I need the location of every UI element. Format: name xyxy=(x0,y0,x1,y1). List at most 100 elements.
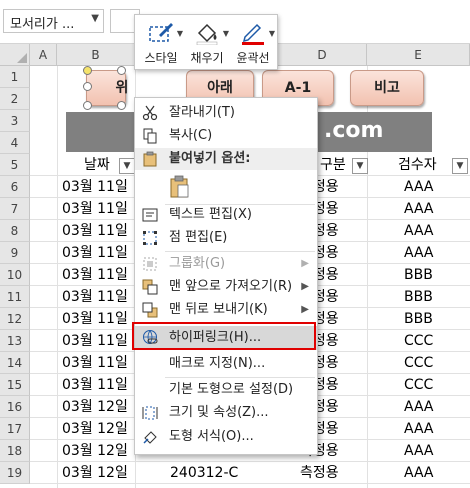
row-header[interactable]: 11 xyxy=(0,286,30,308)
date-cell[interactable]: 03월 11일 xyxy=(62,264,128,286)
inspector-cell[interactable]: AAA xyxy=(404,396,434,418)
selection-handle[interactable] xyxy=(83,82,92,91)
shape-button-compare-label: 비고 xyxy=(374,80,400,96)
row-header[interactable]: 1 xyxy=(0,66,30,88)
date-cell[interactable]: 03월 11일 xyxy=(62,374,128,396)
date-cell[interactable]: 03월 12일 xyxy=(62,462,128,484)
inspector-cell[interactable]: AAA xyxy=(404,440,434,462)
inspector-cell[interactable]: CCC xyxy=(404,330,433,352)
hyperlink-highlight-box xyxy=(132,322,316,350)
inspector-cell[interactable]: AAA xyxy=(404,418,434,440)
style-label: 스타일 xyxy=(144,51,178,65)
name-box-value: 모서리가 ... xyxy=(10,17,75,32)
column-header-b[interactable]: B xyxy=(57,44,135,66)
row-header[interactable]: 2 xyxy=(0,88,30,110)
outline-button[interactable]: ▼ 윤곽선 xyxy=(231,21,275,67)
inspector-cell[interactable]: CCC xyxy=(404,374,433,396)
menu-item-set-default-shape[interactable]: 기본 도형으로 설정(D) xyxy=(135,379,317,401)
inspector-cell[interactable]: AAA xyxy=(404,242,434,264)
selection-handle[interactable] xyxy=(83,66,92,75)
date-cell[interactable]: 03월 11일 xyxy=(62,176,128,198)
menu-item-bring-front[interactable]: 맨 앞으로 가져오기(R) ▶ xyxy=(135,276,317,298)
row-header[interactable]: 5 xyxy=(0,154,30,176)
row-header[interactable]: 18 xyxy=(0,440,30,462)
menu-item-send-back[interactable]: 맨 뒤로 보내기(K) ▶ xyxy=(135,299,317,321)
row-header[interactable]: 12 xyxy=(0,308,30,330)
select-all-triangle-icon xyxy=(17,53,27,63)
shape-button-compare[interactable]: 비고 xyxy=(350,70,424,106)
date-cell[interactable]: 03월 11일 xyxy=(62,286,128,308)
row-header[interactable]: 6 xyxy=(0,176,30,198)
inspector-cell[interactable]: AAA xyxy=(404,220,434,242)
menu-item-assign-macro[interactable]: 매크로 지정(N)... xyxy=(135,353,317,375)
inspector-cell[interactable]: CCC xyxy=(404,352,433,374)
menu-item-size-properties[interactable]: 크기 및 속성(Z)... xyxy=(135,402,317,424)
name-box[interactable]: 모서리가 ... ▼ xyxy=(3,9,104,33)
group-icon xyxy=(143,257,157,271)
row-header[interactable]: 15 xyxy=(0,374,30,396)
code-cell[interactable]: 240312-C xyxy=(170,462,238,484)
date-cell[interactable]: 03월 11일 xyxy=(62,308,128,330)
menu-label-edit-text: 텍스트 편집(X) xyxy=(169,207,252,222)
date-cell[interactable]: 03월 11일 xyxy=(62,242,128,264)
row-header[interactable]: 17 xyxy=(0,418,30,440)
row-header[interactable]: 7 xyxy=(0,198,30,220)
column-header-a[interactable]: A xyxy=(30,44,57,66)
scissors-icon xyxy=(142,105,158,121)
column-header-d[interactable]: D xyxy=(278,44,367,66)
header-date: 날짜 xyxy=(84,157,110,173)
date-cell[interactable]: 03월 12일 xyxy=(62,396,128,418)
shape-button-a1-label: A-1 xyxy=(284,80,312,96)
edit-points-icon xyxy=(143,231,157,245)
menu-item-cut[interactable]: 잘라내기(T) xyxy=(135,102,317,124)
filter-dropdown-icon[interactable]: ▼ xyxy=(452,158,468,174)
menu-item-edit-text[interactable]: 텍스트 편집(X) xyxy=(135,204,317,226)
chevron-down-icon[interactable]: ▼ xyxy=(91,13,99,24)
header-category: 구분 xyxy=(320,157,346,173)
row-header[interactable]: 9 xyxy=(0,242,30,264)
date-cell[interactable]: 03월 11일 xyxy=(62,198,128,220)
row-header[interactable]: 13 xyxy=(0,330,30,352)
filter-dropdown-icon[interactable]: ▼ xyxy=(119,158,135,174)
selection-handle[interactable] xyxy=(83,101,92,110)
menu-item-edit-points[interactable]: 점 편집(E) xyxy=(135,227,317,249)
filter-dropdown-icon[interactable]: ▼ xyxy=(352,158,368,174)
paste-option-button[interactable] xyxy=(135,173,317,201)
row-header[interactable]: 16 xyxy=(0,396,30,418)
inspector-cell[interactable]: BBB xyxy=(404,286,433,308)
fill-label: 채우기 xyxy=(190,51,224,65)
date-cell[interactable]: 03월 12일 xyxy=(62,440,128,462)
inspector-cell[interactable]: AAA xyxy=(404,176,434,198)
date-cell[interactable]: 03월 11일 xyxy=(62,220,128,242)
row-header[interactable]: 19 xyxy=(0,462,30,484)
chevron-down-icon: ▼ xyxy=(176,29,183,38)
header-inspector: 검수자 xyxy=(398,157,437,173)
category-cell[interactable]: 측정용 xyxy=(300,462,339,484)
row-header[interactable]: 10 xyxy=(0,264,30,286)
inspector-cell[interactable]: BBB xyxy=(404,308,433,330)
inspector-cell[interactable]: AAA xyxy=(404,462,434,484)
row-header[interactable]: 8 xyxy=(0,220,30,242)
style-button[interactable]: ▼ 스타일 xyxy=(139,21,183,67)
selection-handle[interactable] xyxy=(117,101,126,110)
row-header[interactable]: 3 xyxy=(0,110,30,132)
date-cell[interactable]: 03월 11일 xyxy=(62,352,128,374)
date-cell[interactable]: 03월 12일 xyxy=(62,418,128,440)
menu-item-copy[interactable]: 복사(C) xyxy=(135,125,317,147)
paste-options-label: 붙여넣기 옵션: xyxy=(169,151,251,166)
select-all-corner[interactable] xyxy=(0,44,30,66)
menu-item-format-shape[interactable]: 도형 서식(O)... xyxy=(135,426,317,448)
inspector-cell[interactable]: AAA xyxy=(404,198,434,220)
row-header[interactable]: 14 xyxy=(0,352,30,374)
outline-label: 윤곽선 xyxy=(236,51,270,65)
menu-label-cut: 잘라내기(T) xyxy=(169,105,235,120)
chevron-down-icon: ▼ xyxy=(222,29,229,38)
column-header-e[interactable]: E xyxy=(367,44,470,66)
shape-style-icon xyxy=(149,23,173,42)
inspector-cell[interactable]: BBB xyxy=(404,264,433,286)
row-header[interactable]: 4 xyxy=(0,132,30,154)
selection-handle[interactable] xyxy=(117,66,126,75)
date-cell[interactable]: 03월 11일 xyxy=(62,330,128,352)
fill-button[interactable]: ▼ 채우기 xyxy=(185,21,229,67)
menu-label-format-shape: 도형 서식(O)... xyxy=(169,429,254,444)
